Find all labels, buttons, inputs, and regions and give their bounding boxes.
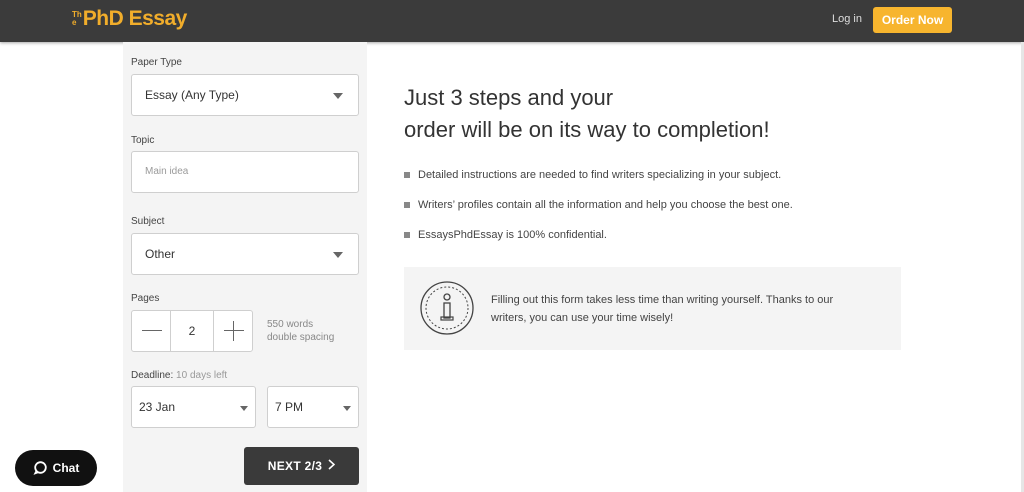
paper-type-value: Essay (Any Type) [145, 88, 239, 102]
list-item-text: Writers’ profiles contain all the inform… [418, 199, 793, 211]
next-step-button[interactable]: NEXT 2/3 [244, 447, 359, 485]
topic-placeholder: Main idea [145, 166, 189, 177]
word-count: 550 words [267, 319, 314, 330]
deadline-label: Deadline: 10 days left [131, 370, 227, 381]
list-item: Writers’ profiles contain all the inform… [404, 198, 793, 228]
chat-button[interactable]: Chat [15, 450, 97, 486]
increase-pages-button[interactable] [214, 311, 252, 351]
bullet-icon [404, 172, 410, 178]
heading-line-1: Just 3 steps and your [404, 85, 614, 110]
chevron-down-icon [333, 93, 343, 99]
top-navigation-bar: Th e PhD Essay Log in Order Now [0, 0, 1024, 42]
list-item: Detailed instructions are needed to find… [404, 168, 793, 198]
deadline-label-text: Deadline: [131, 370, 174, 381]
chevron-down-icon [333, 252, 343, 258]
chevron-down-icon [240, 406, 248, 411]
site-logo[interactable]: Th e PhD Essay [72, 7, 187, 31]
deadline-time-select[interactable]: 7 PM [267, 386, 359, 428]
login-link[interactable]: Log in [832, 13, 862, 25]
subject-label: Subject [131, 216, 165, 227]
chat-bubble-icon [33, 461, 47, 475]
decrease-pages-button[interactable] [132, 311, 170, 351]
chat-label: Chat [52, 461, 80, 475]
page-heading: Just 3 steps and your order will be on i… [404, 82, 770, 146]
minus-icon [142, 330, 162, 331]
topic-input[interactable]: Main idea [131, 151, 359, 193]
subject-value: Other [145, 247, 176, 261]
next-step-label: NEXT 2/3 [267, 459, 323, 473]
pages-stepper: 2 [131, 310, 253, 352]
word-count-info: 550 words double spacing [267, 318, 334, 344]
deadline-note: 10 days left [176, 370, 228, 381]
chevron-down-icon [343, 406, 351, 411]
subject-select[interactable]: Other [131, 233, 359, 275]
info-text: Filling out this form takes less time th… [491, 294, 834, 324]
deadline-time-value: 7 PM [275, 400, 304, 414]
benefits-list: Detailed instructions are needed to find… [404, 168, 793, 258]
spacing-info: double spacing [267, 332, 335, 343]
pages-value[interactable]: 2 [170, 311, 214, 351]
deadline-date-select[interactable]: 23 Jan [131, 386, 256, 428]
list-item-text: EssaysPhdEssay is 100% confidential. [418, 229, 607, 241]
pages-label: Pages [131, 293, 160, 304]
list-item-text: Detailed instructions are needed to find… [418, 169, 782, 181]
bullet-icon [404, 202, 410, 208]
topic-label: Topic [131, 135, 155, 146]
info-icon [420, 281, 474, 335]
heading-line-2: order will be on its way to completion! [404, 117, 770, 142]
paper-type-select[interactable]: Essay (Any Type) [131, 74, 359, 116]
logo-prefix: Th e [72, 11, 82, 27]
order-now-button[interactable]: Order Now [873, 7, 952, 33]
paper-type-label: Paper Type [131, 57, 182, 68]
logo-text: PhD Essay [82, 7, 188, 30]
logo-prefix-bottom: e [72, 18, 77, 27]
deadline-date-value: 23 Jan [139, 400, 176, 414]
bullet-icon [404, 232, 410, 238]
order-form: Paper Type Essay (Any Type) Topic Main i… [123, 42, 367, 492]
list-item: EssaysPhdEssay is 100% confidential. [404, 228, 793, 258]
info-panel: Filling out this form takes less time th… [404, 267, 901, 350]
chevron-right-icon [328, 459, 336, 473]
